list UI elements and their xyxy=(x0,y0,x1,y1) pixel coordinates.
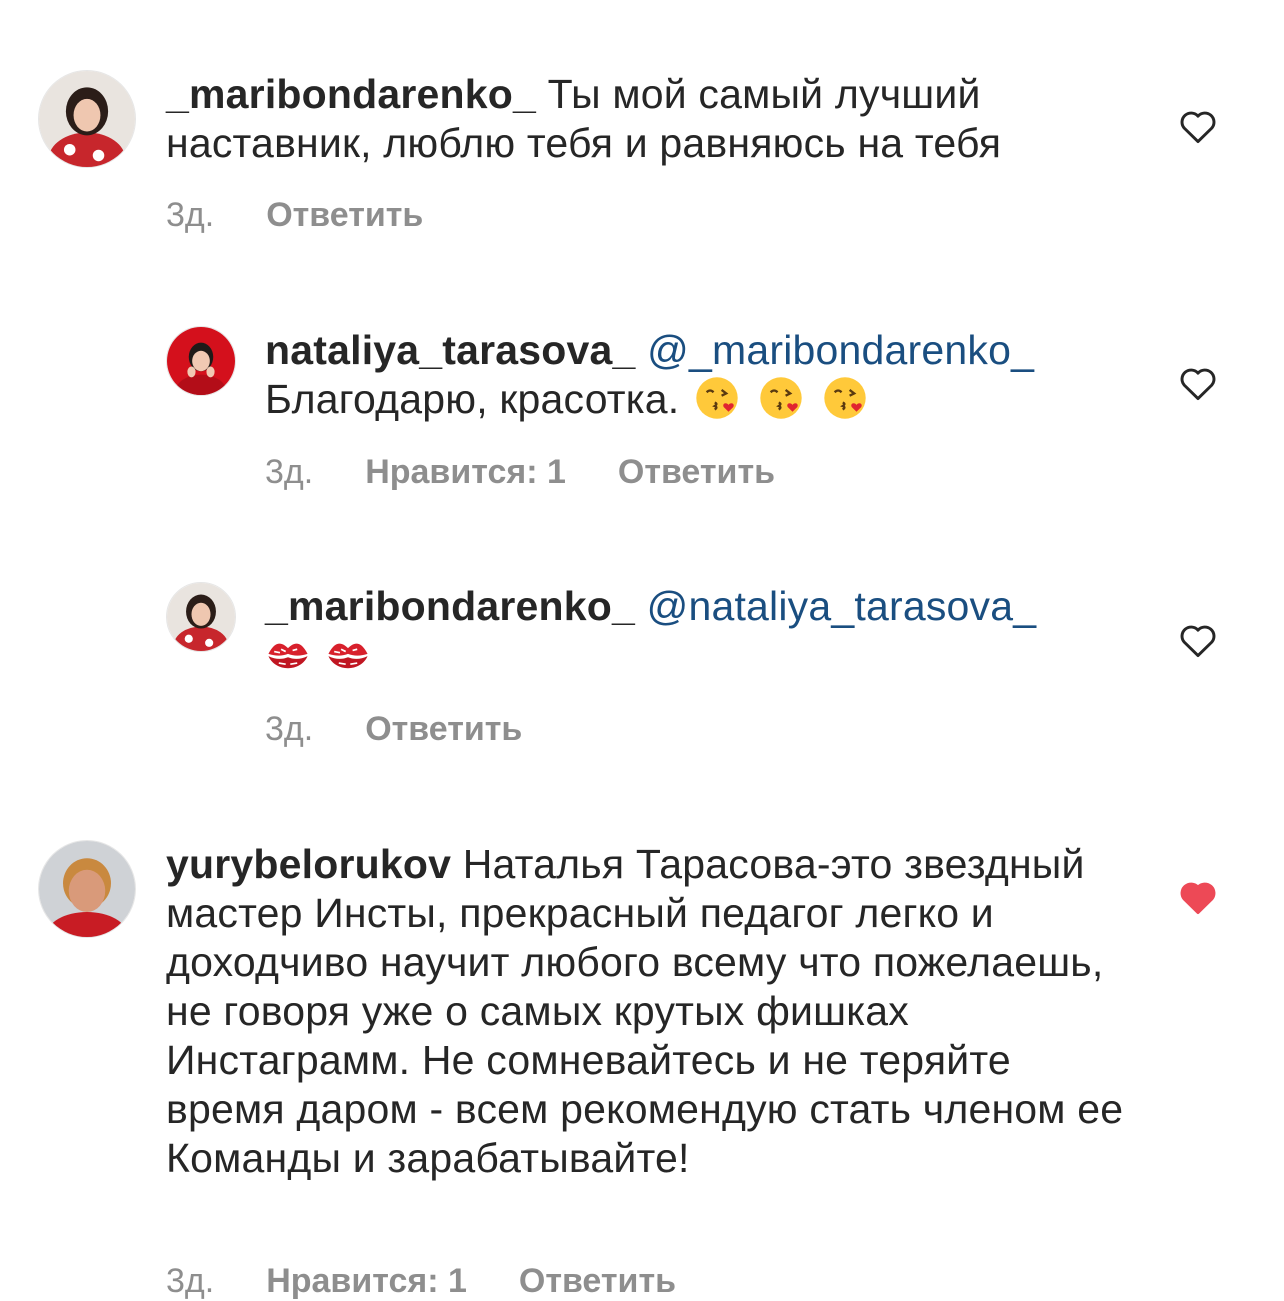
comment-meta: 3д. Нравится: 1 Ответить xyxy=(166,1262,728,1301)
comment-body: yurybelorukov Наталья Тарасова-это звезд… xyxy=(166,840,1126,1183)
comment-meta: 3д. Ответить xyxy=(265,710,574,749)
heart-filled-icon[interactable] xyxy=(1178,879,1218,915)
comment-time: 3д. xyxy=(265,710,314,748)
reply-button[interactable]: Ответить xyxy=(266,196,423,234)
comment-time: 3д. xyxy=(166,1262,215,1300)
face-blowing-kiss-emoji xyxy=(824,377,866,419)
avatar-image xyxy=(39,841,135,937)
avatar[interactable] xyxy=(38,840,136,938)
comment-username[interactable]: nataliya_tarasova_ xyxy=(265,327,636,373)
face-blowing-kiss-emoji xyxy=(760,377,802,419)
likes-count[interactable]: Нравится: 1 xyxy=(365,453,566,491)
avatar-image xyxy=(167,327,235,395)
comment-time: 3д. xyxy=(166,196,215,234)
heart-outline-icon[interactable] xyxy=(1178,365,1218,401)
avatar-image xyxy=(167,583,235,651)
comment-meta: 3д. Нравится: 1 Ответить xyxy=(265,453,827,492)
heart-outline-icon[interactable] xyxy=(1178,108,1218,144)
avatar-image xyxy=(39,71,135,167)
comment-body: _maribondarenko_ Ты мой самый лучший нас… xyxy=(166,70,1126,168)
reply-button[interactable]: Ответить xyxy=(618,453,775,491)
avatar[interactable] xyxy=(38,70,136,168)
comment-body: nataliya_tarasova_ @_maribondarenko_ Бла… xyxy=(265,326,1125,424)
kiss-mark-emoji xyxy=(328,643,368,669)
comment-time: 3д. xyxy=(265,453,314,491)
heart-outline-icon[interactable] xyxy=(1178,622,1218,658)
avatar[interactable] xyxy=(166,326,236,396)
comment-username[interactable]: yurybelorukov xyxy=(166,841,451,887)
comment-text: Благодарю, красотка. xyxy=(265,376,680,422)
avatar[interactable] xyxy=(166,582,236,652)
comment-username[interactable]: _maribondarenko_ xyxy=(265,583,635,629)
face-blowing-kiss-emoji xyxy=(696,377,738,419)
comment-meta: 3д. Ответить xyxy=(166,196,475,235)
comment-text: Наталья Тарасова-это звездный мастер Инс… xyxy=(166,841,1124,1181)
comment-mention[interactable]: @_maribondarenko_ xyxy=(647,327,1034,373)
comment-mention[interactable]: @nataliya_tarasova_ xyxy=(647,583,1037,629)
reply-button[interactable]: Ответить xyxy=(519,1262,676,1300)
comment-username[interactable]: _maribondarenko_ xyxy=(166,71,536,117)
likes-count[interactable]: Нравится: 1 xyxy=(266,1262,467,1300)
comment-body: _maribondarenko_ @nataliya_tarasova_ xyxy=(265,582,1125,680)
reply-button[interactable]: Ответить xyxy=(365,710,522,748)
kiss-mark-emoji xyxy=(268,643,308,669)
